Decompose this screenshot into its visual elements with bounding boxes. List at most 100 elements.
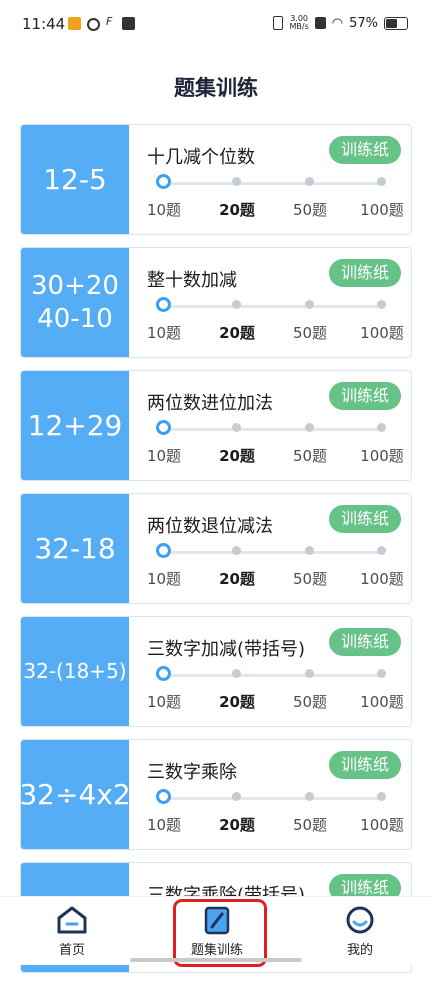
card-title: 十几减个位数: [147, 147, 255, 168]
card-title: 整十数加减: [147, 270, 237, 291]
home-indicator[interactable]: [130, 958, 302, 962]
app-f-icon: F: [106, 15, 113, 28]
slider-stop[interactable]: [377, 546, 386, 555]
example-expression: 32÷4x2: [20, 778, 131, 811]
slider-stop[interactable]: [377, 300, 386, 309]
vibrate-icon: [273, 16, 284, 30]
battery-percent: 57%: [349, 15, 378, 31]
training-card[interactable]: 32-18 两位数退位减法 训练纸 10题 20题 50题 100题: [20, 493, 412, 604]
slider-stop-selected[interactable]: [156, 297, 171, 312]
training-paper-button[interactable]: 训练纸: [328, 751, 401, 779]
slider-stop[interactable]: [232, 177, 241, 186]
training-card[interactable]: 12-5 十几减个位数 训练纸 10题 20题 50题 100题: [20, 124, 412, 235]
question-count-option[interactable]: 50题: [293, 199, 327, 220]
video-recorder-icon: [68, 17, 81, 30]
slider-stop-selected[interactable]: [156, 789, 171, 804]
status-time: 11:44: [22, 15, 66, 33]
example-panel: 32÷4x2: [20, 740, 131, 849]
slider-stop[interactable]: [232, 423, 241, 432]
example-panel: 30+20 40-10: [21, 248, 129, 357]
training-paper-button[interactable]: 训练纸: [328, 382, 401, 410]
slider-stop[interactable]: [377, 177, 386, 186]
slider-stop[interactable]: [232, 546, 241, 555]
question-count-option[interactable]: 100题: [360, 568, 404, 589]
selection-highlight-box: [173, 899, 267, 967]
question-count-option[interactable]: 20题: [219, 199, 255, 220]
example-panel: 12-5: [21, 125, 129, 234]
training-paper-button[interactable]: 训练纸: [328, 505, 401, 533]
slider-stop[interactable]: [232, 300, 241, 309]
slider-stop[interactable]: [305, 300, 314, 309]
smile-face-icon: [346, 906, 374, 934]
slider-stop[interactable]: [232, 792, 241, 801]
question-count-option[interactable]: 10题: [147, 445, 181, 466]
network-speed: 3.00 MB/s: [289, 15, 308, 31]
nav-mine-label: 我的: [346, 943, 373, 958]
question-count-option[interactable]: 50题: [293, 445, 327, 466]
question-count-option[interactable]: 50题: [293, 568, 327, 589]
question-count-option[interactable]: 20题: [219, 814, 255, 835]
card-title: 三数字乘除: [147, 762, 237, 783]
page-title: 题集训练: [174, 76, 258, 100]
training-card[interactable]: 12+29 两位数进位加法 训练纸 10题 20题 50题 100题: [20, 370, 412, 481]
slider-stop[interactable]: [377, 423, 386, 432]
nav-home-label: 首页: [58, 943, 85, 958]
example-expression: 12+29: [27, 409, 123, 442]
nav-mine[interactable]: 我的: [305, 905, 415, 958]
question-count-option[interactable]: 50题: [293, 691, 327, 712]
slider-stop-selected[interactable]: [156, 420, 171, 435]
question-count-option[interactable]: 100题: [360, 199, 404, 220]
slider-stop-selected[interactable]: [156, 543, 171, 558]
question-count-option[interactable]: 100题: [360, 814, 404, 835]
question-count-option[interactable]: 10题: [147, 691, 181, 712]
slider-stop[interactable]: [377, 792, 386, 801]
slider-stop[interactable]: [305, 792, 314, 801]
status-bar: 11:44 F 3.00 MB/s ◠ 57%: [0, 0, 432, 48]
training-card[interactable]: 30+20 40-10 整十数加减 训练纸 10题 20题 50题 100题: [20, 247, 412, 358]
nav-home[interactable]: 首页: [17, 905, 127, 958]
question-count-option[interactable]: 50题: [293, 322, 327, 343]
question-count-slider-track[interactable]: [159, 305, 381, 308]
slider-stop-selected[interactable]: [156, 174, 171, 189]
question-count-option[interactable]: 10题: [147, 814, 181, 835]
slider-stop-selected[interactable]: [156, 666, 171, 681]
question-count-option[interactable]: 100题: [360, 691, 404, 712]
question-count-option[interactable]: 20题: [219, 322, 255, 343]
question-count-option[interactable]: 10题: [147, 199, 181, 220]
question-count-option[interactable]: 100题: [360, 445, 404, 466]
slider-stop[interactable]: [305, 423, 314, 432]
slider-stop[interactable]: [232, 669, 241, 678]
question-count-option[interactable]: 10题: [147, 322, 181, 343]
example-expression: 12-5: [43, 163, 107, 196]
slider-stop[interactable]: [305, 669, 314, 678]
training-paper-button[interactable]: 训练纸: [328, 136, 401, 164]
question-count-slider-track[interactable]: [159, 674, 381, 677]
status-right: 3.00 MB/s ◠ 57%: [273, 15, 408, 31]
question-count-option[interactable]: 20题: [219, 445, 255, 466]
slider-stop[interactable]: [305, 546, 314, 555]
slider-stop[interactable]: [377, 669, 386, 678]
question-count-slider-track[interactable]: [159, 797, 381, 800]
question-count-option[interactable]: 10题: [147, 568, 181, 589]
question-count-option[interactable]: 100题: [360, 322, 404, 343]
example-panel: 32-(18+5): [21, 617, 129, 726]
training-card[interactable]: 32-(18+5) 三数字加减(带括号) 训练纸 10题 20题 50题 100题: [20, 616, 412, 727]
question-count-option[interactable]: 20题: [219, 568, 255, 589]
card-title: 两位数退位减法: [147, 516, 273, 537]
example-expression: 32-18: [34, 532, 116, 565]
question-count-option[interactable]: 50题: [293, 814, 327, 835]
wifi-icon: ◠: [331, 15, 344, 31]
training-card[interactable]: 32÷4x2 三数字乘除 训练纸 10题 20题 50题 100题: [20, 739, 412, 850]
training-card-list: 12-5 十几减个位数 训练纸 10题 20题 50题 100题 30+20 40-10 整十数加…: [20, 124, 412, 985]
example-panel: 32-18: [21, 494, 129, 603]
slider-stop[interactable]: [305, 177, 314, 186]
question-count-option[interactable]: 20题: [219, 691, 255, 712]
training-paper-button[interactable]: 训练纸: [328, 628, 401, 656]
question-count-slider-track[interactable]: [159, 551, 381, 554]
home-icon: [57, 906, 87, 934]
sync-icon: [87, 18, 100, 31]
question-count-slider-track[interactable]: [159, 182, 381, 185]
question-count-slider-track[interactable]: [159, 428, 381, 431]
example-expression: 30+20: [31, 271, 119, 301]
training-paper-button[interactable]: 训练纸: [328, 259, 401, 287]
